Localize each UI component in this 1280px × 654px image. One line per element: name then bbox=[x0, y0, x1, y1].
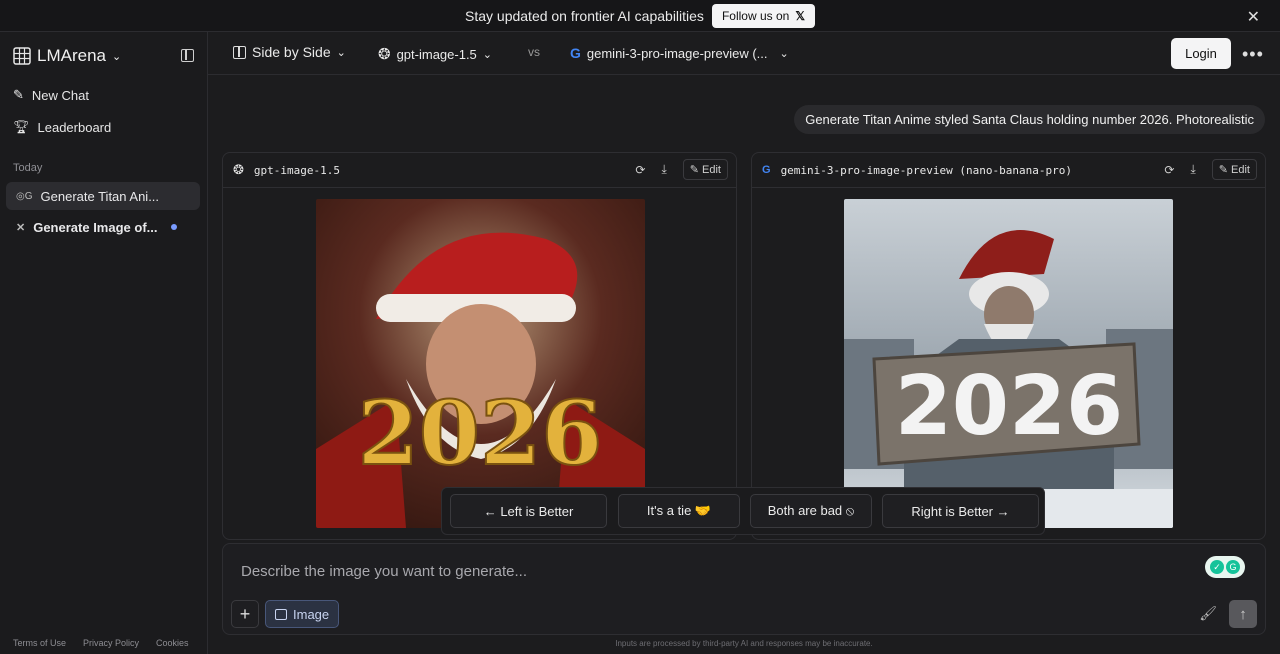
banner-text: Stay updated on frontier AI capabilities bbox=[465, 7, 704, 24]
history-label: Generate Titan Ani... bbox=[40, 188, 160, 204]
terms-link[interactable]: Terms of Use bbox=[13, 638, 66, 648]
columns-icon bbox=[233, 45, 246, 59]
left-is-better-button[interactable]: ← Left is Better bbox=[450, 494, 607, 528]
openai-icon: ❂ bbox=[378, 46, 391, 63]
card-model-name: gpt-image-1.5 bbox=[253, 163, 340, 177]
edit-button[interactable]: ✎ Edit bbox=[682, 159, 728, 180]
leaderboard-link[interactable]: 🏆︎ Leaderboard bbox=[13, 119, 111, 135]
image-number-text: 2026 bbox=[895, 359, 1123, 454]
both-bad-button[interactable]: Both are bad ⦸ bbox=[750, 494, 872, 528]
arrow-up-icon: ↑ bbox=[1239, 605, 1247, 623]
history-item[interactable]: ◎G Generate Titan Ani... bbox=[6, 182, 200, 210]
vs-label: vs bbox=[528, 45, 540, 59]
card-actions: ⟳ ⤓ ✎ Edit bbox=[1164, 159, 1257, 180]
vote-bar: ← Left is Better It's a tie 🤝 Both are b… bbox=[441, 487, 1045, 535]
follow-label: Follow us on bbox=[721, 8, 790, 23]
battle-icon: ✕ bbox=[16, 221, 26, 234]
more-options-icon[interactable]: ••• bbox=[1242, 44, 1264, 65]
history-label: Generate Image of... bbox=[33, 219, 158, 235]
sidebar: LMArena ⌄ ✎ New Chat 🏆︎ Leaderboard Toda… bbox=[0, 32, 208, 654]
edit-button[interactable]: ✎ Edit bbox=[1211, 159, 1257, 180]
edit-label: Edit bbox=[1231, 164, 1250, 176]
brush-icon[interactable]: 🖌︎ bbox=[1199, 605, 1217, 622]
model-logos-icon: ◎G bbox=[16, 190, 33, 202]
model-a-label: gpt-image-1.5 bbox=[396, 46, 477, 62]
edit-icon: ✎ bbox=[13, 87, 24, 102]
trophy-icon: 🏆︎ bbox=[13, 119, 30, 134]
announcement-banner: Stay updated on frontier AI capabilities… bbox=[0, 0, 1280, 32]
brand-name: LMArena bbox=[37, 46, 106, 65]
openai-icon: ❂ bbox=[233, 162, 244, 178]
chevron-down-icon: ⌄ bbox=[482, 48, 493, 61]
image-number-text: 2026 bbox=[358, 381, 603, 485]
regenerate-icon[interactable]: ⟳ bbox=[1164, 163, 1174, 177]
new-chat-label: New Chat bbox=[31, 87, 89, 103]
disclaimer: Inputs are processed by third-party AI a… bbox=[615, 639, 873, 648]
leaderboard-label: Leaderboard bbox=[37, 119, 112, 135]
composer: Describe the image you want to generate.… bbox=[222, 543, 1266, 635]
generated-image[interactable]: 2026 bbox=[316, 199, 645, 528]
card-model-name: gemini-3-pro-image-preview (nano-banana-… bbox=[780, 163, 1072, 177]
tie-button[interactable]: It's a tie 🤝 bbox=[618, 494, 740, 528]
cookies-link[interactable]: Cookies bbox=[156, 638, 189, 648]
add-attachment-button[interactable]: + bbox=[231, 600, 259, 628]
mode-select[interactable]: Side by Side ⌄ bbox=[233, 44, 346, 60]
privacy-link[interactable]: Privacy Policy bbox=[83, 638, 139, 648]
google-icon: G bbox=[570, 45, 581, 61]
mode-label: Side by Side bbox=[252, 44, 331, 60]
response-card-b: G gemini-3-pro-image-preview (nano-banan… bbox=[751, 152, 1266, 540]
top-bar: Side by Side ⌄ ❂ gpt-image-1.5 ⌄ vs G ge… bbox=[208, 32, 1280, 75]
footer-links: Terms of Use Privacy Policy Cookies bbox=[13, 638, 189, 648]
regenerate-icon[interactable]: ⟳ bbox=[635, 163, 645, 177]
main-area: Side by Side ⌄ ❂ gpt-image-1.5 ⌄ vs G ge… bbox=[208, 32, 1280, 654]
x-logo-icon: 𝕏 bbox=[795, 8, 805, 23]
model-b-select[interactable]: G gemini-3-pro-image-preview (... ⌄ bbox=[570, 45, 789, 61]
card-actions: ⟳ ⤓ ✎ Edit bbox=[635, 159, 728, 180]
collapse-sidebar-icon[interactable] bbox=[181, 49, 194, 62]
image-icon bbox=[275, 608, 287, 620]
chevron-down-icon: ⌄ bbox=[779, 47, 789, 60]
grid-logo-icon bbox=[13, 47, 31, 65]
edit-label: Edit bbox=[702, 164, 721, 176]
google-icon: G bbox=[762, 164, 771, 176]
model-b-label: gemini-3-pro-image-preview (... bbox=[586, 45, 768, 61]
login-button[interactable]: Login bbox=[1171, 38, 1231, 69]
user-prompt: Generate Titan Anime styled Santa Claus … bbox=[794, 105, 1265, 134]
close-icon[interactable]: ✕ bbox=[1247, 7, 1260, 27]
generated-image[interactable]: 2026 bbox=[844, 199, 1173, 528]
right-is-better-button[interactable]: Right is Better → bbox=[882, 494, 1039, 528]
chevron-down-icon: ⌄ bbox=[336, 46, 346, 59]
grammarly-icon[interactable]: ✓ G bbox=[1205, 556, 1245, 578]
download-icon[interactable]: ⤓ bbox=[1190, 162, 1195, 177]
chevron-down-icon: ⌄ bbox=[111, 50, 122, 63]
image-mode-button[interactable]: Image bbox=[265, 600, 340, 628]
response-card-a: ❂ gpt-image-1.5 ⟳ ⤓ ✎ Edit 2026 bbox=[222, 152, 737, 540]
prompt-input[interactable]: Describe the image you want to generate.… bbox=[241, 563, 527, 580]
section-today: Today bbox=[13, 162, 43, 174]
send-button[interactable]: ↑ bbox=[1229, 600, 1257, 628]
new-chat-button[interactable]: ✎ New Chat bbox=[13, 87, 89, 103]
unread-indicator bbox=[171, 224, 178, 230]
history-item[interactable]: ✕ Generate Image of... bbox=[6, 213, 200, 241]
brand-menu[interactable]: LMArena ⌄ bbox=[13, 46, 121, 66]
image-mode-label: Image bbox=[293, 606, 330, 622]
download-icon[interactable]: ⤓ bbox=[661, 162, 666, 177]
follow-button[interactable]: Follow us on 𝕏 bbox=[711, 3, 815, 28]
model-a-select[interactable]: ❂ gpt-image-1.5 ⌄ bbox=[378, 45, 492, 63]
